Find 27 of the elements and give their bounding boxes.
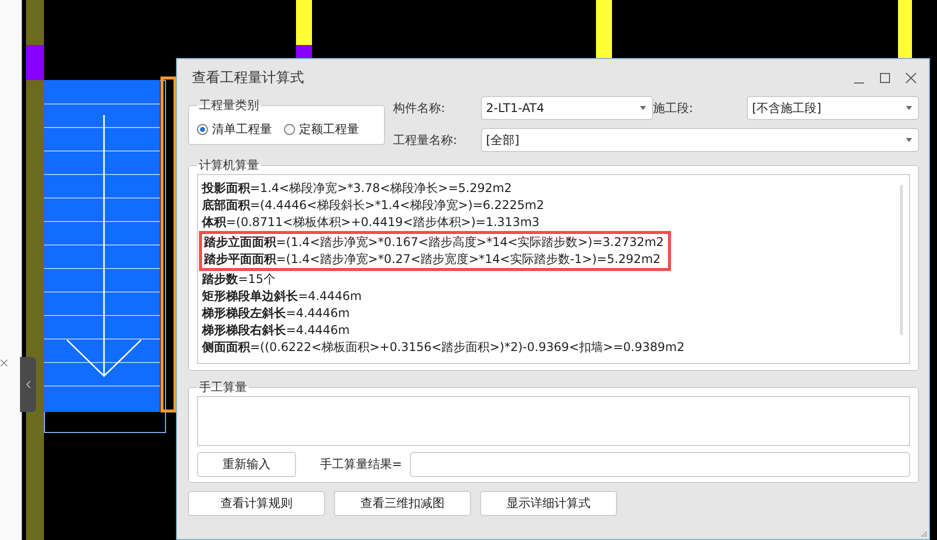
group-title: 计算机算量: [198, 158, 260, 174]
reset-button[interactable]: 重新输入: [197, 452, 296, 477]
formula-line: 矩形梯段单边斜长=4.4446m: [202, 288, 363, 305]
field-label: 手工算量结果=: [320, 456, 402, 473]
radio-option[interactable]: 清单工程量: [197, 120, 272, 138]
group-title: 工程量类别: [198, 97, 260, 114]
formula-line: 踏步立面面积=(1.4<踏步净宽>*0.167<踏步高度>*14<实际踏步数>)=3.2732m2: [204, 234, 664, 251]
formula-line: 体积=(0.8711<梯板体积>+0.4419<踏步体积>)=1.313m3: [202, 214, 540, 231]
formula-line: 侧面面积=((0.6222<梯板面积>+0.3156<踏步面积>)*2)-0.9369<扣墙>=0.9389m2: [202, 339, 686, 356]
window-title: 查看工程量计算式: [191, 69, 304, 87]
dropdown-field[interactable]: [不含施工段]: [747, 96, 919, 120]
action-button[interactable]: 显示详细计算式: [480, 491, 617, 516]
radio-option[interactable]: 定额工程量: [284, 120, 359, 138]
formula-line: 梯形梯段左斜长=4.4446m: [202, 305, 351, 322]
formula-line: 踏步平面面积=(1.4<踏步净宽>*0.27<踏步宽度>*14<实际踏步数-1>)=5.292m2: [204, 251, 662, 268]
formula-line: 踏步数=15个: [202, 271, 276, 288]
formula-line: 投影面积=1.4<梯段净宽>*3.78<梯段净长>=5.292m2: [202, 180, 513, 197]
field-label: 施工段:: [653, 100, 694, 116]
formula-line: 底部面积=(4.4446<梯段斜长>*1.4<梯段净宽>)=6.2225m2: [202, 197, 546, 214]
action-button[interactable]: 查看三维扣减图: [334, 491, 471, 516]
group-title: 手工算量: [198, 380, 248, 396]
field-label: 构件名称:: [393, 100, 446, 116]
dropdown-field[interactable]: [全部]: [481, 128, 919, 152]
dropdown-field[interactable]: 2-LT1-AT4: [481, 96, 653, 120]
action-button[interactable]: 查看计算规则: [188, 491, 325, 516]
formula-line: 梯形梯段右斜长=4.4446m: [202, 322, 351, 339]
field-label: 工程量名称:: [393, 132, 458, 148]
